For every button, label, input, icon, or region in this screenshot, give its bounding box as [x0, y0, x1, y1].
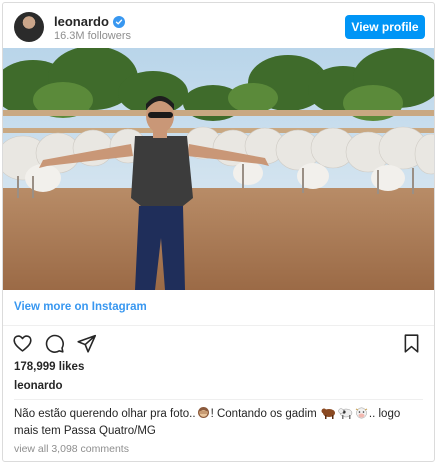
- caption-text-2: ! Contando os gadim: [210, 408, 320, 420]
- view-all-comments-link[interactable]: view all 3,098 comments: [14, 443, 129, 455]
- comment-icon[interactable]: [44, 333, 65, 354]
- bookmark-icon[interactable]: [401, 333, 422, 354]
- username[interactable]: leonardo: [54, 14, 109, 29]
- avatar[interactable]: [14, 12, 44, 42]
- view-more-link[interactable]: View more on Instagram: [14, 301, 147, 313]
- likes-count[interactable]: 178,999 likes: [14, 361, 84, 373]
- post-caption: Não estão querendo olhar pra foto.. ! Con…: [14, 406, 414, 439]
- post-header: leonardo 16.3M followers View profile: [3, 3, 434, 48]
- post-photo-image: [3, 48, 434, 290]
- followers-count: 16.3M followers: [54, 30, 132, 42]
- caption-text-1: Não estão querendo olhar pra foto..: [14, 408, 196, 420]
- instagram-embed-card: leonardo 16.3M followers View profile Vi…: [2, 2, 435, 462]
- username-row: leonardo: [54, 14, 125, 29]
- divider: [14, 399, 423, 400]
- post-actions: [12, 333, 97, 354]
- see-no-evil-monkey-icon: [197, 406, 210, 424]
- view-profile-button[interactable]: View profile: [345, 15, 425, 39]
- post-owner-username[interactable]: leonardo: [14, 380, 63, 392]
- post-photo[interactable]: [3, 48, 434, 290]
- cow-icon: [338, 406, 353, 424]
- ox-icon: [321, 406, 336, 424]
- cow-face-icon: [355, 406, 368, 424]
- view-more-row: View more on Instagram: [3, 290, 434, 326]
- share-icon[interactable]: [76, 333, 97, 354]
- heart-icon[interactable]: [12, 333, 33, 354]
- verified-badge-icon: [112, 15, 125, 28]
